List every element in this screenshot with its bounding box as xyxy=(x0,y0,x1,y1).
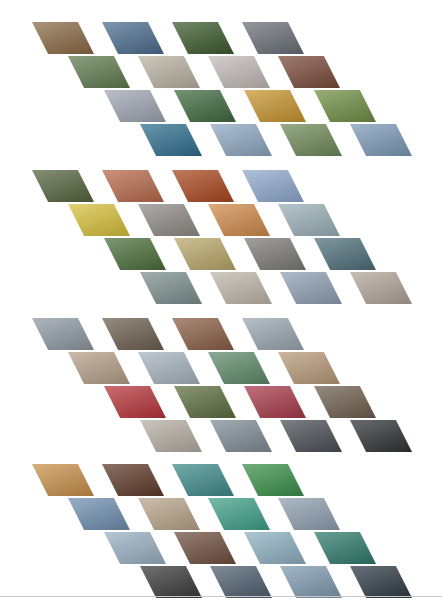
photo-thumbnail xyxy=(278,352,340,384)
photo-thumbnail xyxy=(174,532,236,564)
photo-thumbnail xyxy=(242,22,304,54)
photo-thumbnail xyxy=(104,532,166,564)
photo-thumbnail xyxy=(102,22,164,54)
photo-thumbnail xyxy=(138,56,200,88)
photo-thumbnail xyxy=(242,464,304,496)
photo-thumbnail xyxy=(350,272,412,304)
photo-layer xyxy=(0,22,442,172)
photo-thumbnail xyxy=(138,204,200,236)
photo-thumbnail xyxy=(140,420,202,452)
photo-thumbnail xyxy=(174,386,236,418)
photo-thumbnail xyxy=(140,272,202,304)
photo-thumbnail xyxy=(104,90,166,122)
photo-thumbnail xyxy=(280,420,342,452)
photo-thumbnail xyxy=(244,238,306,270)
photo-thumbnail xyxy=(278,498,340,530)
photo-thumbnail xyxy=(174,238,236,270)
photo-thumbnail xyxy=(140,566,202,598)
photo-thumbnail xyxy=(280,272,342,304)
photo-layer xyxy=(0,318,442,468)
photo-thumbnail xyxy=(68,352,130,384)
divider-line xyxy=(0,596,442,597)
photo-thumbnail xyxy=(280,124,342,156)
photo-thumbnail xyxy=(208,204,270,236)
photo-thumbnail xyxy=(210,420,272,452)
photo-thumbnail xyxy=(244,386,306,418)
photo-thumbnail xyxy=(278,56,340,88)
photo-thumbnail xyxy=(172,318,234,350)
photo-thumbnail xyxy=(32,318,94,350)
photo-thumbnail xyxy=(242,170,304,202)
photo-thumbnail xyxy=(350,124,412,156)
photo-thumbnail xyxy=(172,170,234,202)
photo-thumbnail xyxy=(172,22,234,54)
photo-thumbnail xyxy=(138,352,200,384)
photo-thumbnail xyxy=(32,22,94,54)
photo-thumbnail xyxy=(68,204,130,236)
photo-thumbnail xyxy=(242,318,304,350)
photo-thumbnail xyxy=(174,90,236,122)
photo-thumbnail xyxy=(104,386,166,418)
photo-thumbnail xyxy=(104,238,166,270)
photo-thumbnail xyxy=(208,352,270,384)
photo-mosaic-stack xyxy=(0,0,442,606)
photo-thumbnail xyxy=(102,318,164,350)
photo-thumbnail xyxy=(172,464,234,496)
photo-thumbnail xyxy=(350,420,412,452)
photo-thumbnail xyxy=(208,56,270,88)
photo-thumbnail xyxy=(244,90,306,122)
photo-thumbnail xyxy=(314,238,376,270)
photo-layer xyxy=(0,170,442,320)
photo-thumbnail xyxy=(208,498,270,530)
photo-thumbnail xyxy=(68,498,130,530)
photo-thumbnail xyxy=(210,566,272,598)
photo-thumbnail xyxy=(314,386,376,418)
photo-thumbnail xyxy=(350,566,412,598)
photo-thumbnail xyxy=(32,170,94,202)
photo-thumbnail xyxy=(32,464,94,496)
photo-thumbnail xyxy=(278,204,340,236)
photo-thumbnail xyxy=(280,566,342,598)
photo-layer xyxy=(0,464,442,614)
photo-thumbnail xyxy=(68,56,130,88)
photo-thumbnail xyxy=(140,124,202,156)
photo-thumbnail xyxy=(314,90,376,122)
photo-thumbnail xyxy=(244,532,306,564)
photo-thumbnail xyxy=(102,464,164,496)
photo-thumbnail xyxy=(138,498,200,530)
photo-thumbnail xyxy=(210,124,272,156)
photo-thumbnail xyxy=(102,170,164,202)
photo-thumbnail xyxy=(314,532,376,564)
photo-thumbnail xyxy=(210,272,272,304)
